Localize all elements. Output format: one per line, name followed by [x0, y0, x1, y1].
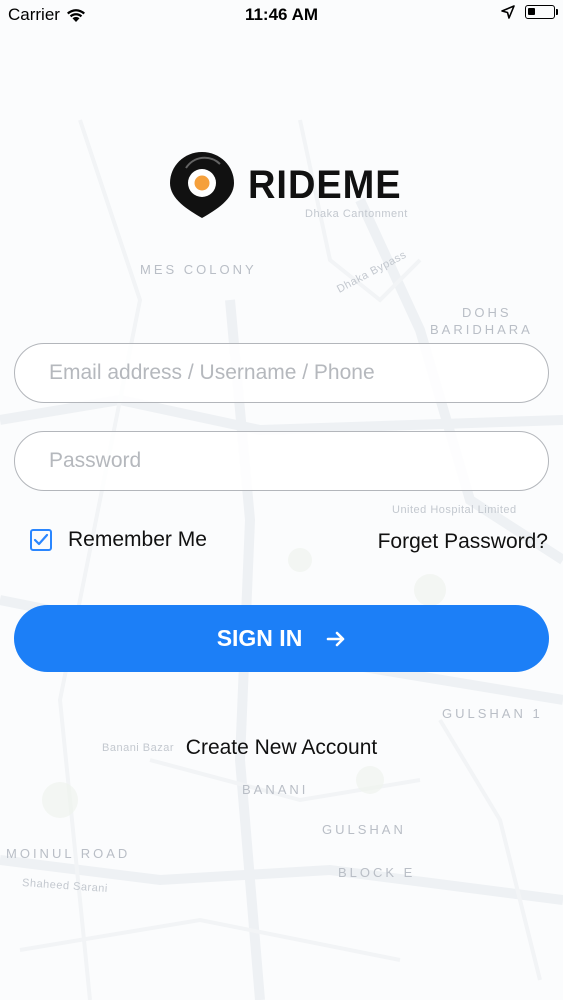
status-right [501, 5, 558, 19]
map-label: BARIDHARA [430, 322, 533, 337]
forget-password-link[interactable]: Forget Password? [378, 530, 548, 554]
map-label: GULSHAN 1 [442, 706, 543, 721]
status-bar: Carrier 11:46 AM [0, 0, 563, 30]
password-input[interactable] [14, 431, 549, 491]
map-label: MES COLONY [140, 262, 257, 277]
map-label: GULSHAN [322, 822, 406, 837]
battery-icon [525, 5, 558, 19]
map-label: BANANI [242, 782, 309, 797]
remember-me-toggle[interactable]: Remember Me [30, 528, 207, 552]
status-time: 11:46 AM [244, 5, 319, 24]
checkmark-icon [33, 533, 49, 546]
location-arrow-icon [501, 5, 515, 19]
login-screen: MES COLONY Dhaka Cantonment DOHS BARIDHA… [0, 0, 563, 1000]
app-logo: RIDEME [168, 150, 406, 220]
sign-in-label: SIGN IN [216, 625, 303, 651]
sign-in-button[interactable]: SIGN IN [14, 605, 549, 672]
map-label: DOHS [462, 305, 512, 320]
arrow-right-icon [327, 631, 345, 646]
map-label: MOINUL ROAD [6, 846, 131, 861]
email-input[interactable] [14, 343, 549, 403]
logo-text: RIDEME [248, 162, 402, 207]
remember-me-checkbox[interactable] [30, 529, 52, 551]
remember-me-label: Remember Me [68, 528, 207, 551]
location-pin-logo-icon [170, 152, 234, 218]
create-account-link[interactable]: Create New Account [0, 736, 563, 760]
map-label: United Hospital Limited [392, 504, 517, 516]
map-label: BLOCK E [338, 865, 416, 880]
